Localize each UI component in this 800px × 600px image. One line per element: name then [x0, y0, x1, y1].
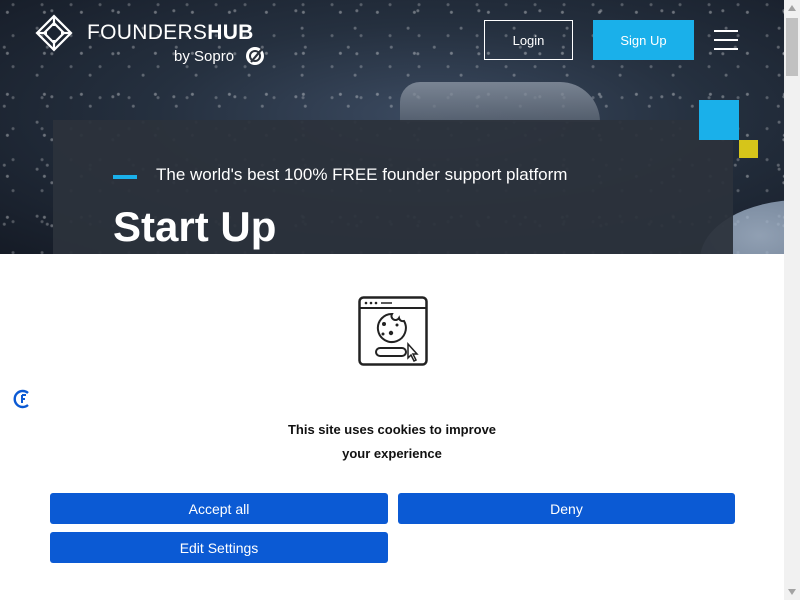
decor-square-cyan: [699, 100, 739, 140]
sopro-icon: [246, 47, 264, 65]
foundershub-logo-icon[interactable]: [33, 12, 75, 54]
cookie-settings-icon[interactable]: [13, 389, 33, 409]
signup-button[interactable]: Sign Up: [593, 20, 694, 60]
logo-byline: by Sopro: [174, 48, 235, 65]
scroll-down-arrow-icon[interactable]: [784, 584, 800, 600]
tagline-dash: [113, 175, 137, 179]
login-button[interactable]: Login: [484, 20, 573, 60]
logo-wordmark-bold: HUB: [207, 21, 254, 44]
logo-wordmark[interactable]: FOUNDERSHUB: [87, 21, 254, 45]
scroll-up-arrow-icon[interactable]: [784, 0, 800, 16]
cookie-message-line-2: your experience: [342, 446, 442, 461]
hero-title: Start Up: [113, 203, 277, 250]
edit-settings-button[interactable]: Edit Settings: [50, 532, 388, 563]
scrollbar-thumb[interactable]: [786, 18, 798, 76]
vertical-scrollbar[interactable]: [784, 0, 800, 600]
deny-button[interactable]: Deny: [398, 493, 735, 524]
logo-wordmark-light: FOUNDERS: [87, 21, 208, 44]
cookie-message: This site uses cookies to improve your e…: [200, 418, 584, 466]
cookie-message-line-1: This site uses cookies to improve: [287, 422, 497, 437]
hero-spacecraft-image: [400, 82, 600, 122]
hamburger-menu-icon[interactable]: [714, 30, 738, 50]
hero-tagline: The world's best 100% FREE founder suppo…: [156, 165, 568, 184]
accept-all-button[interactable]: Accept all: [50, 493, 388, 524]
cookie-browser-icon: [358, 296, 428, 366]
decor-square-yellow: [739, 140, 758, 158]
